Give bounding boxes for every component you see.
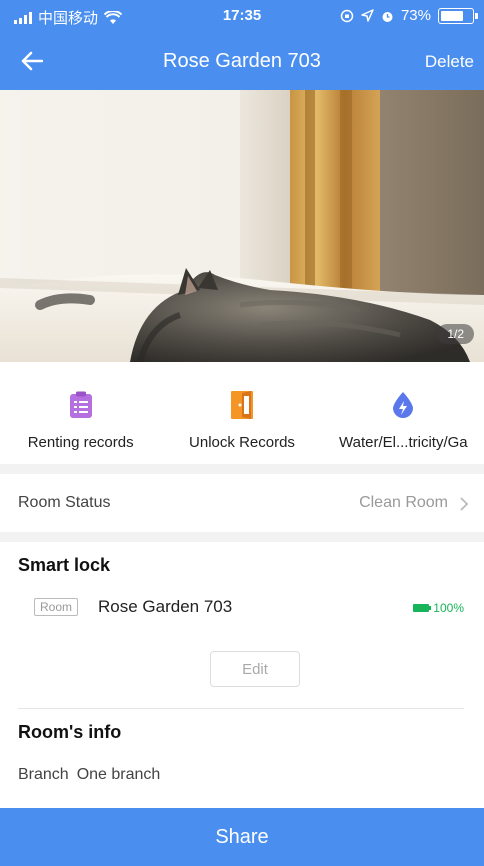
utilities-label: Water/El...tricity/Ga <box>339 434 468 451</box>
branch-row: Branch One branch <box>18 766 160 784</box>
lock-battery-percent: 100% <box>433 601 464 615</box>
chevron-right-icon <box>460 497 469 511</box>
door-icon <box>227 390 257 420</box>
room-photo-carousel[interactable]: 1/2 <box>0 90 484 362</box>
share-button[interactable]: Share <box>0 808 484 866</box>
room-info-title: Room's info <box>18 722 122 742</box>
unlock-records-label: Unlock Records <box>189 434 295 451</box>
rotation-lock-icon <box>340 9 354 22</box>
alarm-icon <box>382 11 393 22</box>
page-title: Rose Garden 703 <box>163 50 321 72</box>
status-bar: 中国移动 17:35 73% <box>0 0 484 30</box>
divider <box>18 708 464 709</box>
branch-value: One branch <box>76 766 161 783</box>
utilities-button[interactable]: Water/El...tricity/Ga <box>323 362 484 464</box>
section-gap <box>0 464 484 474</box>
app-header: 中国移动 17:35 73% Rose Garden 703 Delete <box>0 0 484 90</box>
room-status-value: Clean Room <box>359 494 448 511</box>
nav-bar: Rose Garden 703 Delete <box>0 36 484 86</box>
quick-actions: Renting records Unlock Records Water/El.… <box>0 362 484 464</box>
photo-page-indicator: 1/2 <box>437 324 474 344</box>
status-bar-right: 73% <box>340 7 478 24</box>
section-gap <box>0 532 484 542</box>
delete-button[interactable]: Delete <box>425 52 474 72</box>
battery-percent: 73% <box>400 7 431 24</box>
smart-lock-title: Smart lock <box>18 555 111 575</box>
battery-icon <box>438 7 478 24</box>
lock-room-name: Rose Garden 703 <box>98 597 233 616</box>
room-status-row[interactable]: Room Status Clean Room <box>0 474 484 532</box>
branch-label: Branch <box>18 766 69 783</box>
lock-battery-status: 100% <box>413 601 464 615</box>
room-status-label: Room Status <box>18 494 111 511</box>
renting-records-label: Renting records <box>27 434 134 451</box>
clipboard-icon <box>66 390 96 420</box>
edit-lock-button[interactable]: Edit <box>210 651 300 687</box>
unlock-records-button[interactable]: Unlock Records <box>161 362 322 464</box>
location-icon <box>361 9 374 22</box>
battery-full-icon <box>413 604 432 612</box>
water-drop-icon <box>388 390 418 420</box>
room-tag: Room <box>34 598 79 616</box>
renting-records-button[interactable]: Renting records <box>0 362 161 464</box>
room-photo <box>0 90 484 362</box>
